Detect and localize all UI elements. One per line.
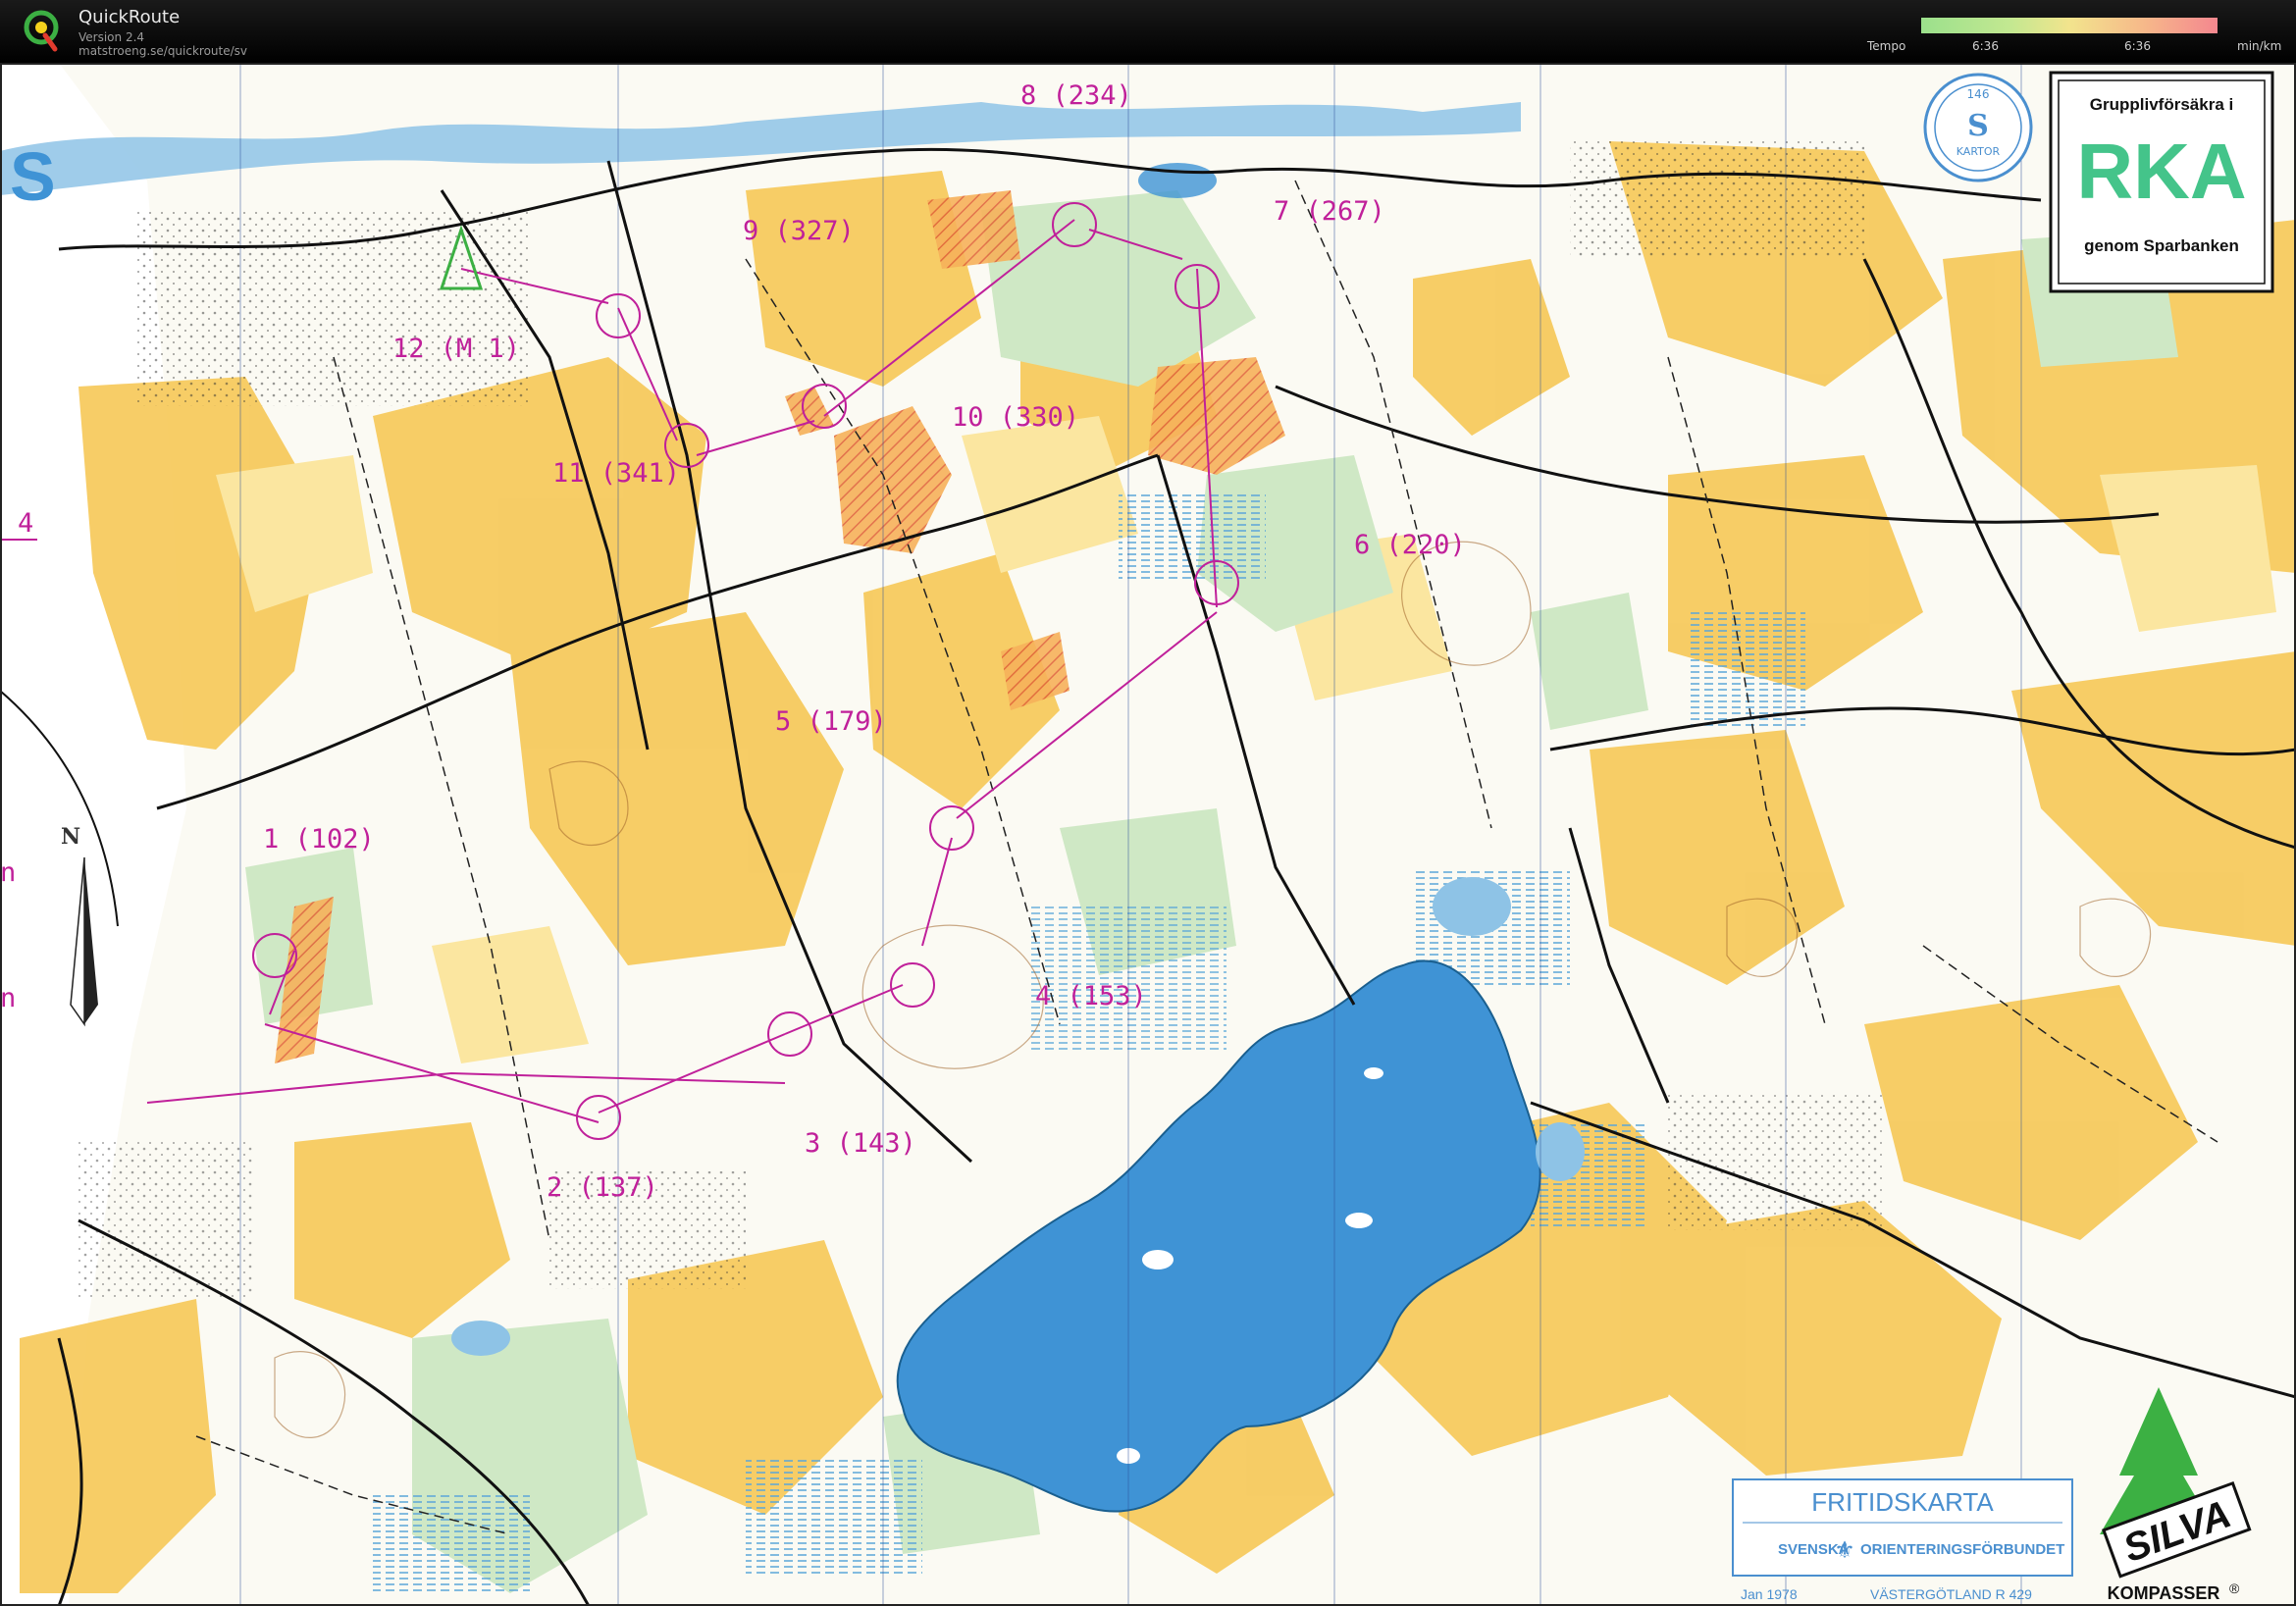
control-label-8: 8 (234): [1020, 80, 1132, 111]
svg-text:KARTOR: KARTOR: [1957, 145, 2001, 158]
control-label-9: 9 (327): [743, 216, 855, 246]
app-header: QuickRoute Version 2.4 matstroeng.se/qui…: [0, 0, 2296, 63]
svg-text:S: S: [1967, 109, 1989, 143]
edge-letter-2: n: [0, 983, 16, 1013]
sponsor-box: Grupplivförsäkra i RKA genom Sparbanken: [2049, 71, 2274, 293]
tempo-color-scale: [1921, 18, 2218, 33]
svg-text:146: 146: [1967, 87, 1990, 101]
app-title: QuickRoute: [78, 7, 181, 27]
quickroute-logo-icon: [24, 10, 59, 52]
map-canvas: S 1 (102) 2 (137) 3 (143) 4 (153) 5 (179…: [0, 63, 2296, 1606]
map-stamp: 146 S KARTOR: [1923, 73, 2033, 182]
orienteering-map[interactable]: S 1 (102) 2 (137) 3 (143) 4 (153) 5 (179…: [0, 63, 2296, 1606]
sponsor-line1: Grupplivförsäkra i: [2090, 95, 2233, 114]
edge-number: 4: [18, 508, 33, 539]
legend-region: VÄSTERGÖTLAND R 429: [1870, 1585, 2032, 1602]
edge-letter-1: n: [0, 857, 16, 888]
orienteering-logo-icon: ⚜: [1834, 1536, 1855, 1564]
control-label-4: 4 (153): [1035, 981, 1147, 1011]
app-url[interactable]: matstroeng.se/quickroute/sv: [78, 44, 247, 58]
control-label-7: 7 (267): [1274, 196, 1385, 227]
map-edge-text: S: [10, 138, 56, 215]
legend-org-right: ORIENTERINGSFÖRBUNDET: [1860, 1541, 2064, 1558]
control-label-12: 12 (M 1): [392, 334, 520, 364]
brand-tagline: KOMPASSER: [2108, 1583, 2220, 1603]
brand-reg-mark: ®: [2229, 1580, 2240, 1596]
tempo-value-low: 6:36: [1972, 39, 1999, 53]
control-label-3: 3 (143): [805, 1128, 916, 1159]
legend-date: Jan 1978: [1741, 1586, 1798, 1602]
sponsor-big-text: RKA: [2076, 128, 2246, 215]
app-version: Version 2.4: [78, 30, 145, 44]
svg-text:N: N: [61, 824, 80, 850]
control-label-11: 11 (341): [552, 458, 680, 489]
control-label-2: 2 (137): [547, 1172, 658, 1203]
sponsor-line2: genom Sparbanken: [2084, 236, 2239, 255]
control-label-10: 10 (330): [952, 402, 1079, 433]
tempo-label: Tempo: [1867, 39, 1906, 53]
control-label-6: 6 (220): [1354, 530, 1466, 560]
tempo-value-high: 6:36: [2124, 39, 2151, 53]
control-label-5: 5 (179): [775, 706, 887, 737]
legend-title: FRITIDSKARTA: [1811, 1487, 1994, 1517]
control-label-1: 1 (102): [263, 824, 375, 855]
tempo-unit: min/km: [2237, 39, 2282, 53]
